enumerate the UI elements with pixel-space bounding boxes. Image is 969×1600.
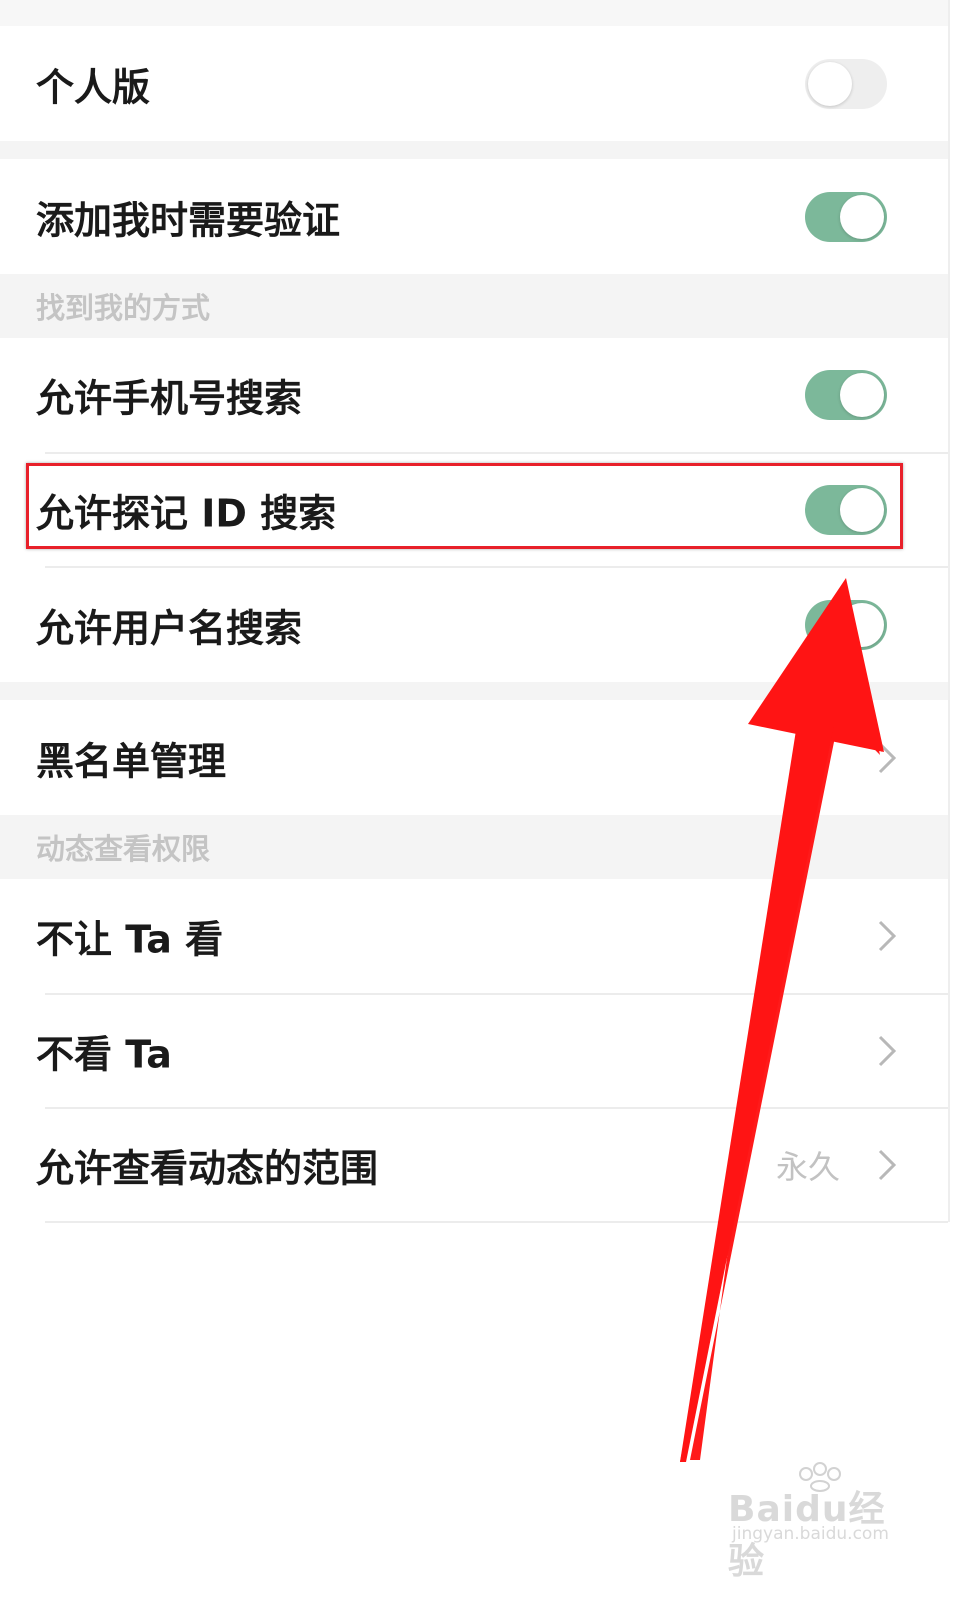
- moments-range-value: 永久: [776, 1148, 841, 1186]
- chevron-right-icon: [878, 920, 897, 952]
- row-phone-search[interactable]: 允许手机号搜索: [0, 338, 948, 452]
- toggle-knob: [808, 61, 852, 106]
- chevron-right-icon: [878, 742, 897, 773]
- chevron-right-icon: [878, 1149, 897, 1181]
- row-username-search[interactable]: 允许用户名搜索: [0, 568, 948, 682]
- section-title: 动态查看权限: [36, 832, 211, 866]
- section-header-moments-permission: 动态查看权限: [0, 815, 948, 879]
- row-personal-version[interactable]: 个人版: [0, 26, 948, 141]
- row-blacklist[interactable]: 黑名单管理: [0, 700, 948, 815]
- phone-search-label: 允许手机号搜索: [36, 376, 303, 421]
- section-gap: [0, 141, 948, 159]
- blacklist-label: 黑名单管理: [36, 739, 227, 783]
- row-dont-see[interactable]: 不看 Ta: [0, 995, 948, 1107]
- moments-range-label: 允许查看动态的范围: [36, 1146, 379, 1191]
- phone-search-toggle[interactable]: [805, 370, 887, 420]
- row-verify-add[interactable]: 添加我时需要验证: [0, 159, 948, 274]
- username-search-label: 允许用户名搜索: [36, 606, 303, 651]
- watermark: Baidu经验 jingyan.baidu.com: [728, 1462, 908, 1582]
- privacy-settings-page: 个人版 添加我时需要验证 找到我的方式 允许手机号搜索 允许探记 ID 搜索 允…: [0, 0, 969, 1600]
- watermark-url: jingyan.baidu.com: [732, 1524, 889, 1544]
- top-gap: [0, 0, 948, 26]
- row-hide-from[interactable]: 不让 Ta 看: [0, 879, 948, 993]
- divider: [45, 1221, 948, 1223]
- verify-add-label: 添加我时需要验证: [36, 198, 341, 242]
- verify-add-toggle[interactable]: [805, 191, 887, 242]
- toggle-knob: [840, 603, 884, 647]
- chevron-right-icon: [878, 1035, 897, 1067]
- personal-version-label: 个人版: [36, 65, 151, 109]
- section-title: 找到我的方式: [36, 291, 211, 325]
- dont-see-label: 不看 Ta: [36, 1032, 172, 1077]
- row-moments-range[interactable]: 允许查看动态的范围 永久: [0, 1109, 948, 1221]
- section-gap: [0, 682, 948, 700]
- toggle-knob: [840, 194, 884, 239]
- hide-from-label: 不让 Ta 看: [36, 917, 224, 962]
- right-edge-border: [948, 0, 950, 1222]
- section-header-find-me: 找到我的方式: [0, 274, 948, 338]
- highlight-box: [26, 463, 903, 549]
- username-search-toggle[interactable]: [805, 600, 887, 650]
- toggle-knob: [840, 373, 884, 417]
- personal-version-toggle[interactable]: [805, 58, 887, 109]
